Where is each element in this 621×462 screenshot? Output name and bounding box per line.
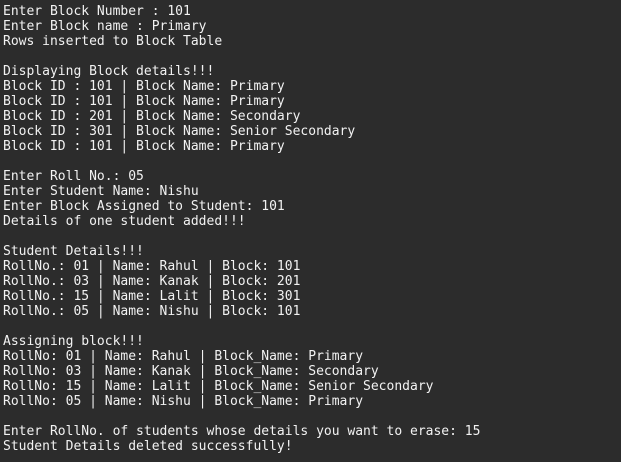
terminal-line: RollNo: 15 | Name: Lalit | Block_Name: S… (3, 379, 434, 394)
terminal-line: Assigning block!!! (3, 334, 144, 349)
terminal-line: RollNo.: 15 | Name: Lalit | Block: 301 (3, 289, 301, 304)
terminal-line: Block ID : 101 | Block Name: Primary (3, 79, 285, 94)
terminal-line: RollNo: 03 | Name: Kanak | Block_Name: S… (3, 364, 379, 379)
terminal-line: Displaying Block details!!! (3, 64, 215, 79)
terminal-line: Block ID : 101 | Block Name: Primary (3, 94, 285, 109)
terminal-line: RollNo.: 05 | Name: Nishu | Block: 101 (3, 304, 301, 319)
terminal-line: Enter RollNo. of students whose details … (3, 424, 481, 439)
terminal-line: Block ID : 201 | Block Name: Secondary (3, 109, 301, 124)
terminal-line: RollNo.: 03 | Name: Kanak | Block: 201 (3, 274, 301, 289)
terminal-line: Student Details!!! (3, 244, 144, 259)
terminal-line: Student Details deleted successfully! (3, 439, 293, 454)
terminal-line: RollNo: 01 | Name: Rahul | Block_Name: P… (3, 349, 364, 364)
terminal-line: Enter Block name : Primary (3, 19, 207, 34)
terminal-line: Enter Block Assigned to Student: 101 (3, 199, 285, 214)
terminal-line: Block ID : 301 | Block Name: Senior Seco… (3, 124, 356, 139)
terminal-line: Enter Block Number : 101 (3, 4, 191, 19)
terminal-output[interactable]: Enter Block Number : 101 Enter Block nam… (0, 0, 621, 462)
terminal-line: Details of one student added!!! (3, 214, 246, 229)
terminal-line: RollNo: 05 | Name: Nishu | Block_Name: P… (3, 394, 364, 409)
terminal-line: Enter Roll No.: 05 (3, 169, 144, 184)
terminal-line: RollNo.: 01 | Name: Rahul | Block: 101 (3, 259, 301, 274)
terminal-line: Block ID : 101 | Block Name: Primary (3, 139, 285, 154)
terminal-line: Rows inserted to Block Table (3, 34, 223, 49)
terminal-line: Enter Student Name: Nishu (3, 184, 199, 199)
